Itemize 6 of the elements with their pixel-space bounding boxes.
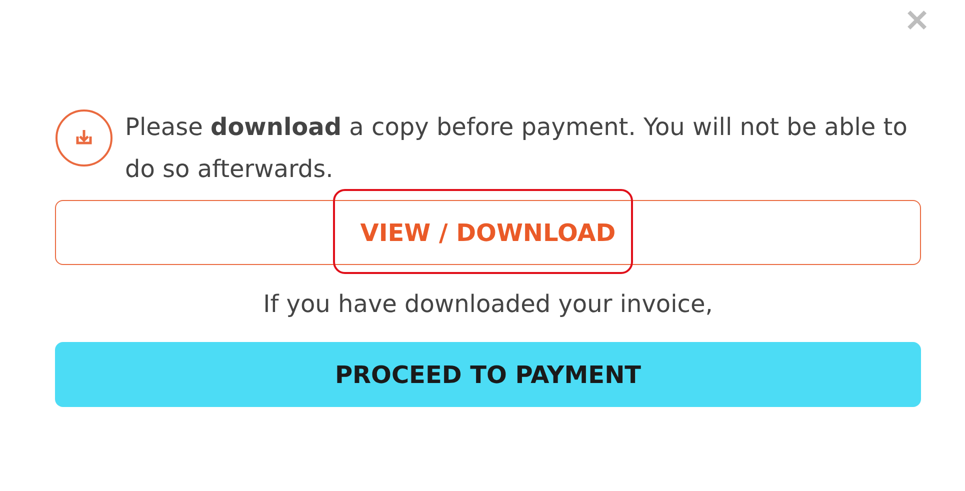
proceed-to-payment-button[interactable]: PROCEED TO PAYMENT xyxy=(55,342,921,407)
prompt-text: If you have downloaded your invoice, xyxy=(262,290,714,318)
download-icon xyxy=(55,109,113,167)
notice-text: Please download a copy before payment. You will not be able to do so afterwards. xyxy=(125,112,908,185)
view-download-button[interactable]: VIEW / DOWNLOAD xyxy=(55,200,921,265)
close-button[interactable]: ✕ xyxy=(900,2,934,42)
